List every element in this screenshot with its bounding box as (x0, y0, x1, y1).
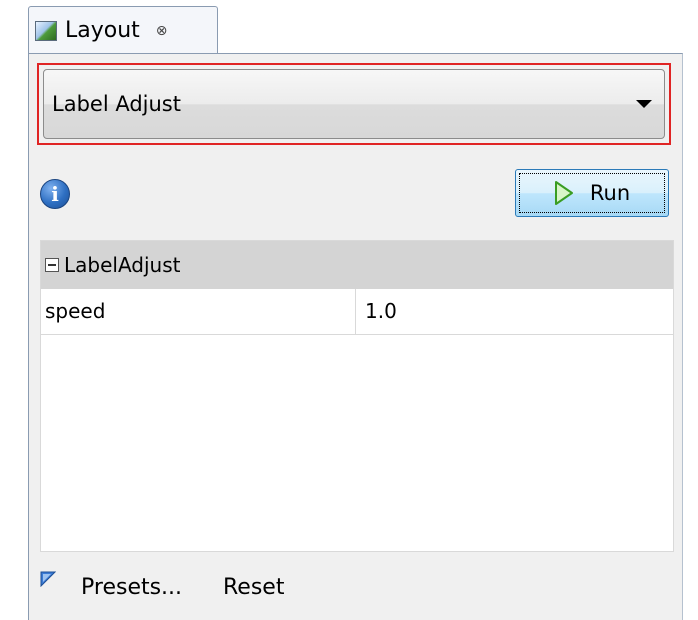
tab-strip: Layout ⊗ (0, 0, 698, 56)
property-row: speed 1.0 (41, 289, 673, 335)
collapse-icon[interactable] (45, 258, 59, 272)
layout-content: Label Adjust i Run LabelAdjust speed 1.0 (28, 53, 683, 620)
layout-algorithm-select[interactable]: Label Adjust (43, 69, 665, 139)
tab-label: Layout (65, 18, 140, 43)
layout-panel: Layout ⊗ Label Adjust i Run LabelAdjust (0, 0, 698, 620)
play-icon (554, 181, 573, 205)
chevron-down-icon[interactable] (636, 100, 652, 108)
presets-link[interactable]: Presets... (81, 575, 182, 600)
info-icon[interactable]: i (40, 179, 70, 209)
property-group-header: LabelAdjust (41, 241, 673, 289)
run-button[interactable]: Run (515, 169, 669, 217)
property-group-label: LabelAdjust (64, 253, 181, 277)
layout-icon (35, 20, 57, 41)
property-name: speed (45, 289, 356, 334)
property-value-field[interactable]: 1.0 (365, 289, 665, 334)
run-label: Run (589, 181, 631, 205)
property-sheet: LabelAdjust speed 1.0 (40, 240, 674, 552)
reset-link[interactable]: Reset (223, 575, 284, 600)
layout-algorithm-value: Label Adjust (52, 92, 181, 116)
run-button-focus: Run (519, 173, 665, 213)
tab-layout[interactable]: Layout ⊗ (28, 6, 218, 54)
presets-triangle-icon[interactable] (40, 571, 56, 587)
close-icon[interactable]: ⊗ (156, 23, 168, 39)
dropdown-highlight: Label Adjust (37, 63, 671, 145)
